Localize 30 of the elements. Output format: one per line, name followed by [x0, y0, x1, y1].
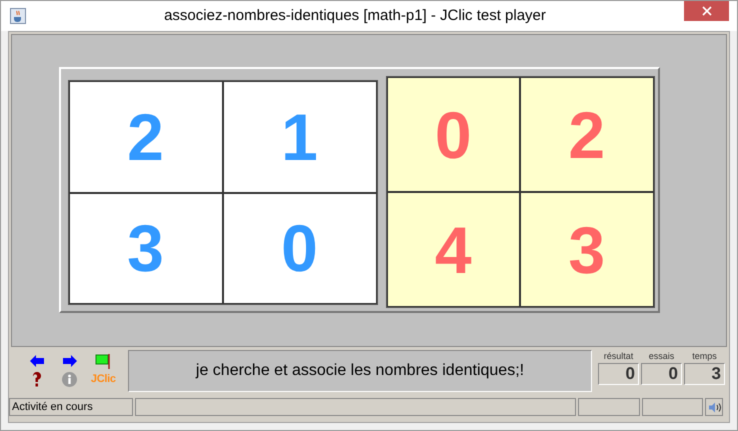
sound-button[interactable]	[705, 398, 723, 416]
help-icon[interactable]	[32, 372, 42, 387]
logo-link[interactable]: JClic	[90, 371, 116, 388]
info-icon[interactable]	[62, 372, 78, 387]
message-box: je cherche et associe les nombres identiques;!	[128, 350, 592, 392]
speaker-icon	[708, 402, 720, 412]
number-card[interactable]: 2	[520, 77, 654, 192]
number-card[interactable]: 4	[386, 192, 520, 307]
counter-value: 0	[641, 363, 682, 385]
counter-label: résultat	[604, 350, 634, 363]
number-card[interactable]: 3	[68, 192, 222, 304]
status-field	[578, 398, 640, 416]
status-field	[642, 398, 703, 416]
number-card[interactable]: 3	[520, 192, 654, 307]
number-card[interactable]: 1	[222, 81, 376, 192]
java-cup-icon	[10, 8, 26, 24]
number-card[interactable]: 0	[386, 77, 520, 192]
counter-label: temps	[692, 350, 717, 363]
counter-value: 0	[598, 363, 639, 385]
number-card[interactable]: 2	[68, 81, 222, 192]
forward-arrow-icon[interactable]	[62, 355, 77, 367]
counter-label: essais	[648, 350, 674, 363]
back-arrow-icon[interactable]	[30, 355, 44, 367]
number-card[interactable]: 0	[222, 192, 376, 304]
flag-icon[interactable]	[95, 353, 112, 369]
status-text: Activité en cours	[9, 398, 133, 416]
close-icon	[702, 6, 712, 16]
window-title: associez-nombres-identiques [math-p1] - JClic test player	[163, 6, 547, 26]
counter-value: 3	[684, 363, 725, 385]
close-button[interactable]	[684, 1, 729, 21]
